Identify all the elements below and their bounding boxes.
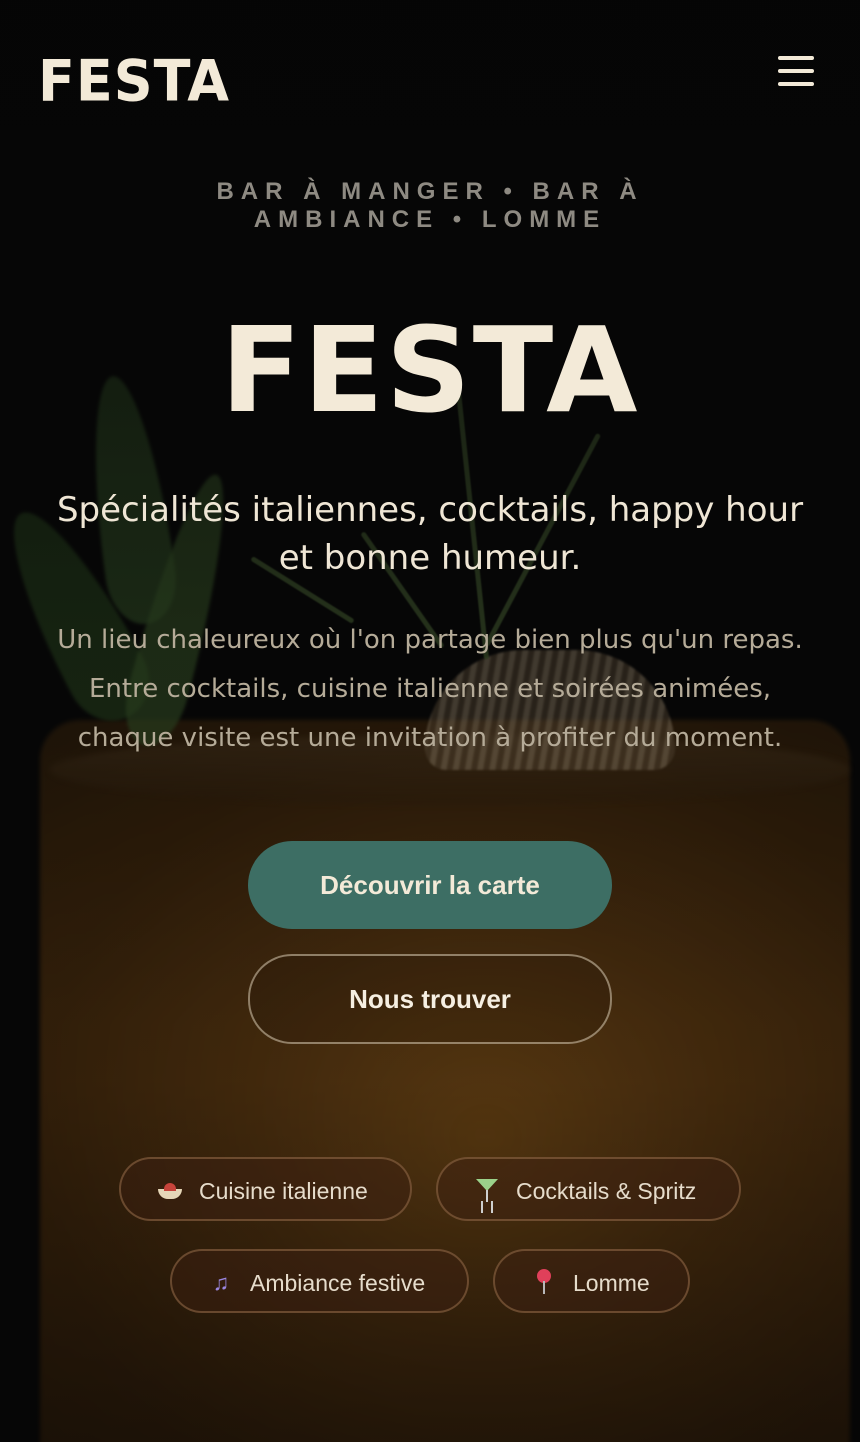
feature-chip-festive-ambiance: ♫ Ambiance festive [170,1249,469,1313]
header-logo[interactable]: FESTA [38,48,230,114]
site-header: FESTA [0,0,860,140]
feature-chip-cocktails: Cocktails & Spritz [436,1157,741,1221]
feature-chip-location: Lomme [493,1249,690,1313]
cocktail-icon [472,1159,502,1228]
hero-tagline: BAR À MANGER • BAR À AMBIANCE • LOMME [216,178,644,233]
feature-chip-italian-cuisine: Cuisine italienne [119,1157,412,1221]
menu-line [778,82,814,86]
chip-label: Lomme [573,1270,650,1296]
hamburger-menu-icon[interactable] [772,52,820,92]
chip-label: Ambiance festive [250,1270,426,1296]
hero-description: Un lieu chaleureux où l'on partage bien … [57,625,803,753]
pasta-icon [155,1159,185,1224]
find-us-button[interactable]: Nous trouver [248,954,612,1044]
discover-menu-button[interactable]: Découvrir la carte [248,841,612,929]
menu-line [778,69,814,73]
menu-line [778,56,814,60]
hero-subtitle: Spécialités italiennes, cocktails, happy… [56,490,804,578]
chip-label: Cocktails & Spritz [516,1178,697,1204]
map-pin-icon [529,1251,559,1320]
page: FESTA BAR À MANGER • BAR À AMBIANCE • LO… [0,0,860,1442]
hero-logo: FESTA [220,301,640,439]
chip-label: Cuisine italienne [199,1178,368,1204]
music-note-icon: ♫ [212,1270,230,1295]
